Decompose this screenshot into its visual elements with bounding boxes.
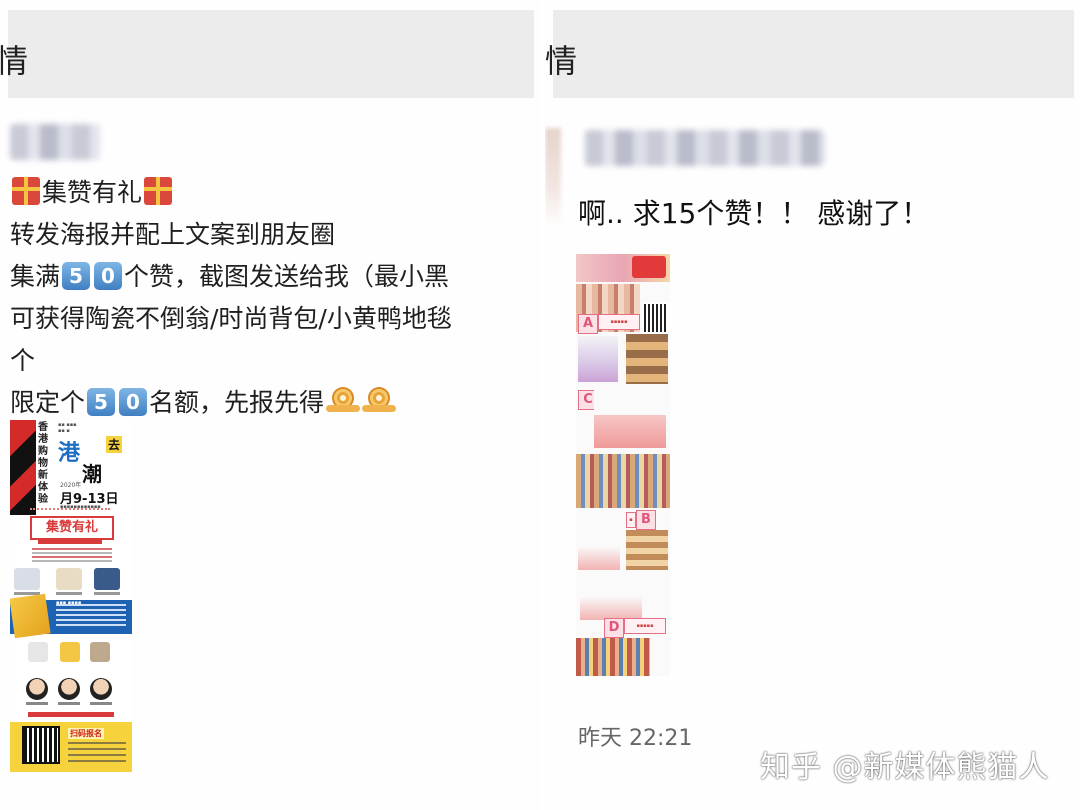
snail-emoji-icon <box>326 387 361 413</box>
poster-qr-code <box>22 726 60 764</box>
poster-host-avatar <box>58 678 80 700</box>
poster-description <box>32 548 112 564</box>
right-post-collage-image[interactable]: A ▪▪▪▪▪ C B ▪ D ▪▪▪▪▪ <box>576 254 670 676</box>
right-moments-panel: 情 啊.. 求15个赞！！ 感谢了！ A ▪▪▪▪▪ C B ▪ D ▪▪▪▪▪… <box>545 0 1080 810</box>
poster-product-label <box>94 592 120 595</box>
digit-badge-0: 0 <box>119 388 148 416</box>
line3-prefix: 集满 <box>10 262 61 291</box>
left-post-text: 集赞有礼 转发海报并配上文案到朋友圈 集满 5 0 个赞，截图发送给我（最小黑 可获得… <box>10 172 540 424</box>
post-title-line: 集赞有礼 <box>10 172 540 214</box>
avatar[interactable] <box>545 128 561 228</box>
post-line-6: 限定个 5 0 名额，先报先得 <box>10 382 540 424</box>
poster-logos: ▪▪ ▪▪▪ ▪▪ ▪ <box>58 422 77 434</box>
poster-product-image <box>94 568 120 590</box>
collage-toy-photo <box>626 530 668 570</box>
poster-product-label <box>56 592 82 595</box>
poster-banner: 集赞有礼 <box>30 516 114 540</box>
left-moments-panel: 情 集赞有礼 转发海报并配上文案到朋友圈 集满 5 0 个赞，截图发送给我（最小黑 可… <box>0 0 540 810</box>
poster-host-name <box>90 702 112 705</box>
line6-prefix: 限定个 <box>10 388 86 417</box>
line3-suffix: 个赞，截图发送给我（最小黑 <box>124 262 450 291</box>
post-title: 集赞有礼 <box>42 178 143 207</box>
right-blurred-username[interactable] <box>585 130 825 166</box>
poster-host-avatar <box>26 678 48 700</box>
left-top-bar-title: 情 <box>0 42 29 80</box>
collage-display-case <box>594 388 666 448</box>
poster-gold-tickets <box>10 593 51 639</box>
collage-display-case <box>580 580 642 620</box>
collage-tag-a: A <box>578 314 598 334</box>
line6-suffix: 名额，先报先得 <box>149 388 325 417</box>
digit-badge-5: 5 <box>62 262 91 290</box>
poster-product-image <box>14 568 40 590</box>
left-blurred-username[interactable] <box>10 124 100 160</box>
poster-prize-item <box>90 642 110 662</box>
right-post-message: 啊.. 求15个赞！！ 感谢了！ <box>578 197 930 230</box>
post-line-3: 集满 5 0 个赞，截图发送给我（最小黑 <box>10 256 540 298</box>
right-top-bar: 情 <box>545 10 1074 98</box>
poster-big-text: 港 <box>58 441 81 466</box>
poster-red-bar <box>28 712 114 717</box>
poster-go-text: 去 <box>106 436 123 453</box>
poster-product-image <box>56 568 82 590</box>
poster-big-text-2: 潮 <box>82 462 102 486</box>
left-post-poster-image[interactable]: 香港购物新体验 ▪▪ ▪▪▪ ▪▪ ▪ 港 潮 去 2020年 月9-13日 ▪▪… <box>10 420 132 772</box>
post-line-2: 转发海报并配上文案到朋友圈 <box>10 220 336 249</box>
collage-note: ▪ <box>626 512 636 528</box>
collage-badge <box>632 256 666 278</box>
collage-qr-code <box>642 302 670 334</box>
poster-prize-item <box>28 642 48 662</box>
poster-prize-item <box>60 642 80 662</box>
left-top-bar: 情 <box>0 10 534 98</box>
post-line-5: 个 <box>10 346 36 375</box>
gift-icon <box>144 177 173 205</box>
poster-host-name <box>26 702 48 705</box>
collage-note: ▪▪▪▪▪ <box>598 314 640 330</box>
poster-host-name <box>58 702 80 705</box>
post-line-4: 可获得陶瓷不倒翁/时尚背包/小黄鸭地毯 <box>10 304 452 333</box>
poster-vertical-text: 香港购物新体验 <box>38 422 48 505</box>
collage-tag-b: B <box>636 510 656 530</box>
poster-ribbon <box>38 538 102 544</box>
digit-badge-0: 0 <box>94 262 123 290</box>
collage-toy-shelf <box>576 454 670 508</box>
snail-emoji-icon <box>362 387 397 413</box>
post-timestamp: 昨天 22:21 <box>578 726 693 751</box>
poster-zigzag-graphic <box>10 420 36 515</box>
collage-toy-photo <box>626 334 668 384</box>
gift-icon <box>12 177 40 205</box>
collage-tag-d: D <box>604 618 624 638</box>
collage-display-case <box>578 336 618 382</box>
zhihu-watermark: 知乎 @新媒体熊猫人 <box>760 750 1050 785</box>
collage-note: ▪▪▪▪▪ <box>624 618 666 634</box>
digit-badge-5: 5 <box>87 388 116 416</box>
collage-display-case <box>578 530 620 570</box>
poster-blue-text <box>56 604 126 626</box>
collage-toy-shelf <box>576 638 650 676</box>
poster-footer-title: 扫码报名 <box>68 728 104 739</box>
poster-host-avatar <box>90 678 112 700</box>
poster-footer-text <box>68 742 126 762</box>
right-top-bar-title: 情 <box>545 42 578 80</box>
